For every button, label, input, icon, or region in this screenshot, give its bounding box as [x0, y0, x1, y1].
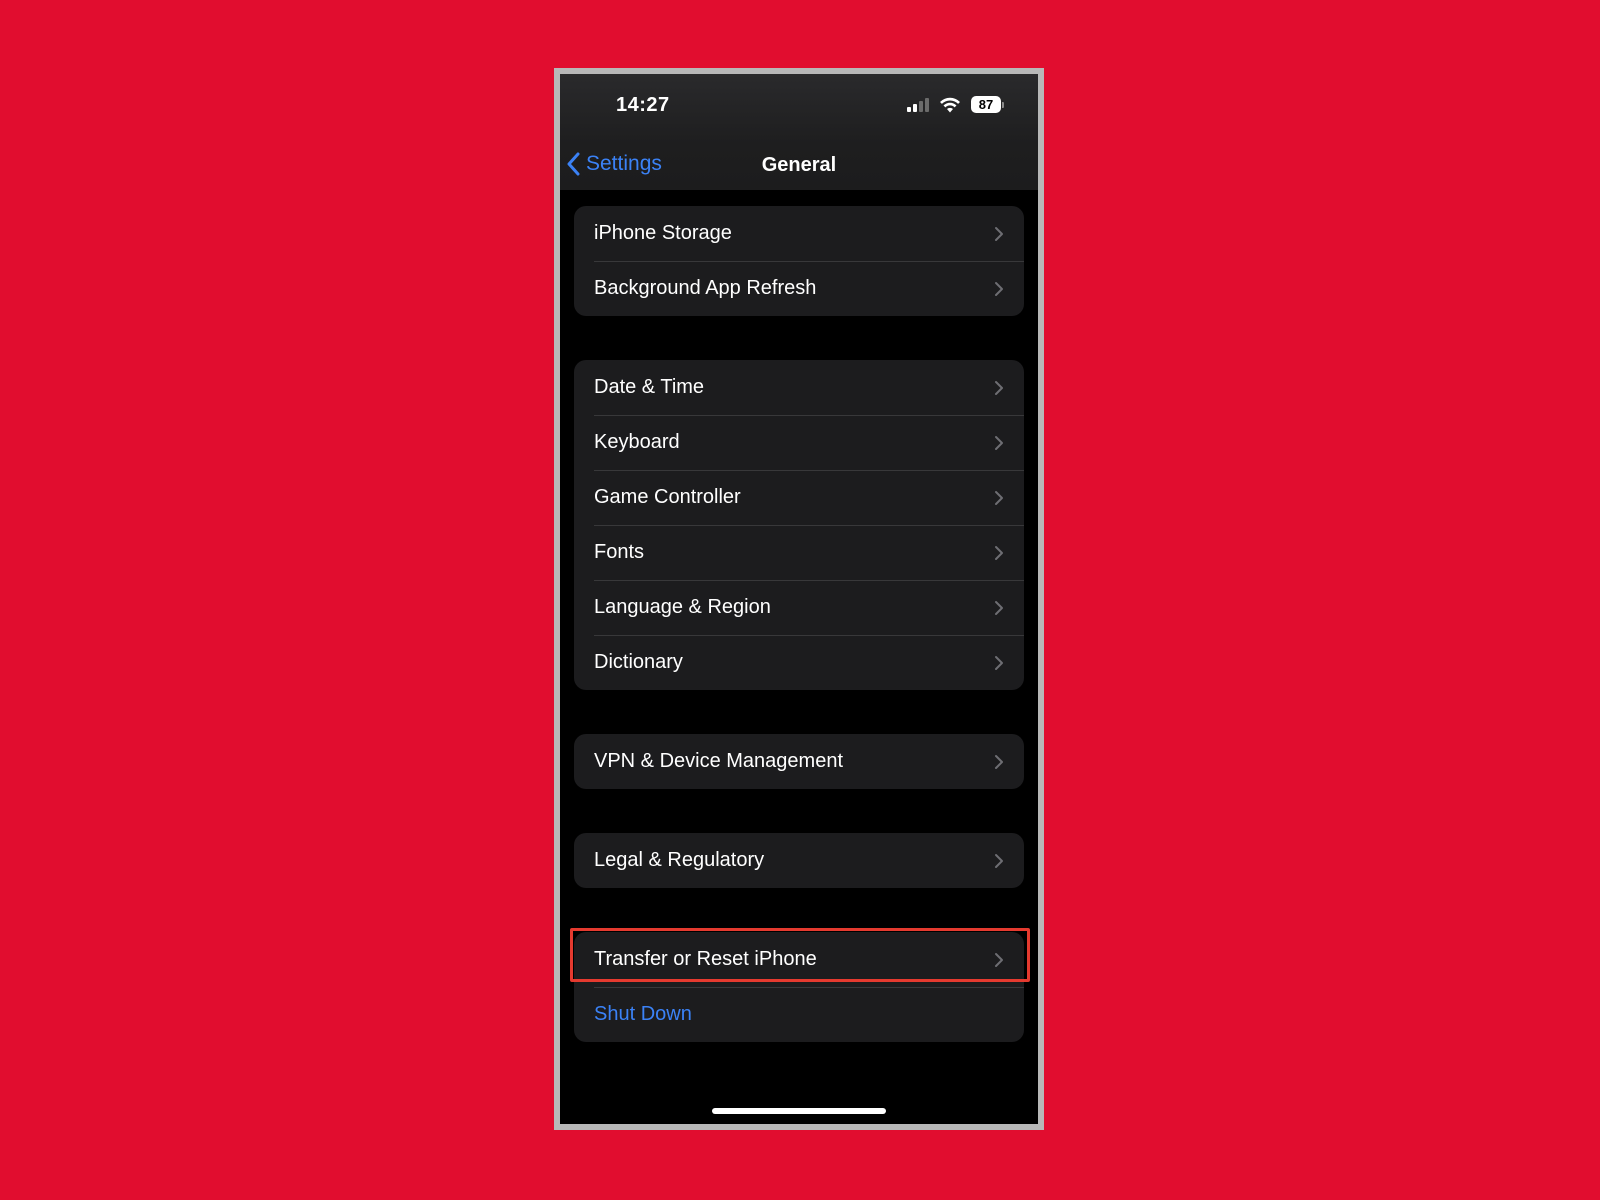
list-item-iphone-storage[interactable]: iPhone Storage [574, 206, 1024, 261]
list-item-label: Date & Time [594, 376, 705, 398]
list-item-label: Background App Refresh [594, 277, 817, 299]
wifi-icon [940, 97, 960, 112]
chevron-right-icon [995, 435, 1003, 450]
battery-icon: 87 [971, 96, 1004, 113]
settings-group-input: Date & Time Keyboard Game Controller Fon… [574, 360, 1024, 690]
list-item-transfer-reset-iphone[interactable]: Transfer or Reset iPhone [574, 932, 1024, 987]
list-item-background-app-refresh[interactable]: Background App Refresh [574, 261, 1024, 316]
chevron-right-icon [995, 600, 1003, 615]
list-item-keyboard[interactable]: Keyboard [574, 415, 1024, 470]
shut-down-button[interactable]: Shut Down [574, 987, 1024, 1042]
list-item-date-time[interactable]: Date & Time [574, 360, 1024, 415]
list-item-language-region[interactable]: Language & Region [574, 580, 1024, 635]
chevron-right-icon [995, 952, 1003, 967]
list-item-dictionary[interactable]: Dictionary [574, 635, 1024, 690]
battery-level: 87 [971, 96, 1001, 113]
phone-frame: 14:27 87 Settings General iPhone Storage… [554, 68, 1044, 1130]
list-item-label: Transfer or Reset iPhone [594, 948, 817, 970]
signal-icon [907, 97, 929, 112]
phone-screen: 14:27 87 Settings General iPhone Storage… [560, 74, 1038, 1124]
list-item-label: VPN & Device Management [594, 750, 844, 772]
list-item-label: Language & Region [594, 596, 771, 618]
list-item-label: Dictionary [594, 651, 683, 673]
list-item-label: Fonts [594, 541, 645, 563]
home-indicator[interactable] [712, 1108, 886, 1114]
page-title: General [761, 154, 837, 176]
status-time: 14:27 [616, 94, 670, 116]
chevron-right-icon [995, 853, 1003, 868]
list-item-label: iPhone Storage [594, 222, 732, 244]
chevron-right-icon [995, 281, 1003, 296]
list-item-label: Shut Down [594, 1003, 692, 1025]
status-icons: 87 [907, 96, 1004, 113]
chevron-right-icon [995, 490, 1003, 505]
list-item-fonts[interactable]: Fonts [574, 525, 1024, 580]
list-item-label: Legal & Regulatory [594, 849, 765, 871]
settings-group-storage: iPhone Storage Background App Refresh [574, 206, 1024, 316]
list-item-label: Game Controller [594, 486, 741, 508]
settings-group-reset: Transfer or Reset iPhone Shut Down [574, 932, 1024, 1042]
chevron-right-icon [995, 226, 1003, 241]
chevron-right-icon [995, 655, 1003, 670]
list-item-legal-regulatory[interactable]: Legal & Regulatory [574, 833, 1024, 888]
navigation-bar: 14:27 87 Settings General [560, 74, 1038, 190]
settings-group-vpn: VPN & Device Management [574, 734, 1024, 789]
list-item-label: Keyboard [594, 431, 680, 453]
settings-group-legal: Legal & Regulatory [574, 833, 1024, 888]
list-item-game-controller[interactable]: Game Controller [574, 470, 1024, 525]
list-item-vpn-device-management[interactable]: VPN & Device Management [574, 734, 1024, 789]
chevron-right-icon [995, 754, 1003, 769]
chevron-right-icon [995, 545, 1003, 560]
chevron-right-icon [995, 380, 1003, 395]
